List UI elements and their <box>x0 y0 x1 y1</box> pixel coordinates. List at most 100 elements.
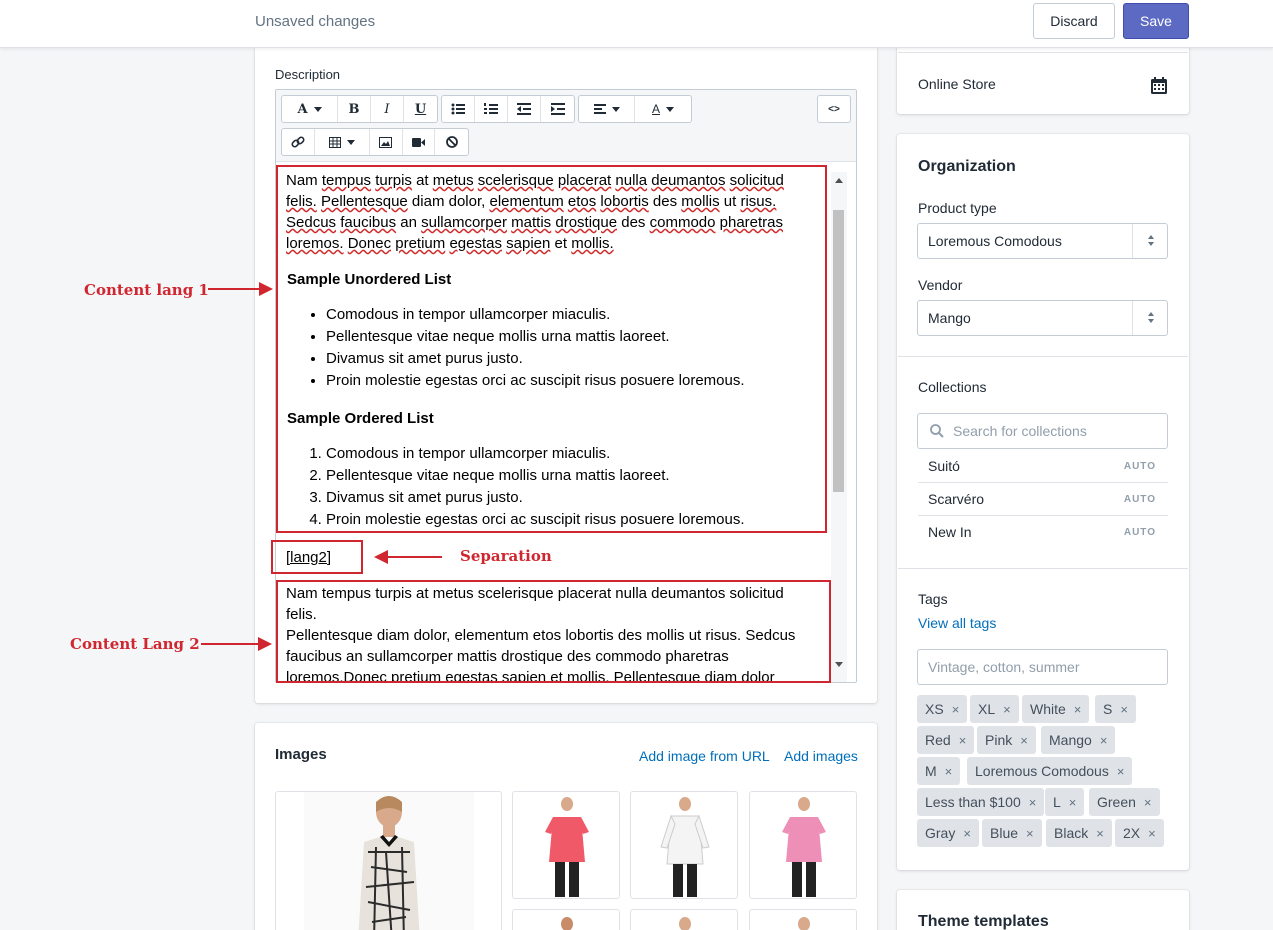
tag-chip: XL × <box>970 695 1019 723</box>
link-icon <box>291 136 305 148</box>
close-icon[interactable]: × <box>952 702 960 717</box>
close-icon[interactable]: × <box>1117 764 1125 779</box>
arrowhead-icon <box>259 282 273 296</box>
close-icon[interactable]: × <box>1020 733 1028 748</box>
discard-button[interactable]: Discard <box>1033 3 1115 39</box>
main-product-image[interactable] <box>275 791 502 930</box>
text-color-dropdown[interactable]: A <box>635 96 691 122</box>
tag-label: Mango <box>1049 732 1092 748</box>
product-photo-icon <box>798 917 810 930</box>
close-icon[interactable]: × <box>1144 795 1152 810</box>
scrollbar-thumb[interactable] <box>833 210 844 492</box>
close-icon[interactable]: × <box>1003 702 1011 717</box>
insert-video-button[interactable] <box>403 129 436 155</box>
close-icon[interactable]: × <box>1100 733 1108 748</box>
code-view-button[interactable]: <> <box>818 96 850 122</box>
vendor-select[interactable]: Mango <box>917 300 1168 336</box>
calendar-icon[interactable] <box>1151 77 1167 97</box>
insert-image-button[interactable] <box>370 129 403 155</box>
chevron-down-icon <box>346 139 355 145</box>
bold-button[interactable]: B <box>338 96 371 122</box>
arrowhead-icon <box>258 637 272 651</box>
image-icon <box>379 136 393 148</box>
product-thumbnail[interactable] <box>749 791 857 899</box>
arrow-right-icon <box>208 288 260 290</box>
top-bar: Unsaved changes Discard Save <box>0 0 1273 48</box>
product-photo-icon <box>660 797 710 897</box>
close-icon[interactable]: × <box>1096 826 1104 841</box>
font-style-dropdown[interactable]: A <box>282 96 338 122</box>
product-photo-icon <box>561 917 573 930</box>
editor-toolbar: A B I U A <> <box>276 90 856 162</box>
clear-formatting-button[interactable] <box>435 129 468 155</box>
chevron-down-icon <box>1148 242 1154 246</box>
content-lang2-annotation: Content Lang 2 <box>70 635 200 653</box>
product-thumbnail[interactable] <box>630 909 738 930</box>
tag-chip: Black × <box>1046 819 1112 847</box>
separation-annotation: Separation <box>460 547 552 565</box>
scroll-down-icon[interactable] <box>835 662 843 667</box>
lang1-highlight-box <box>276 165 827 533</box>
view-all-tags-link[interactable]: View all tags <box>918 615 996 631</box>
tag-label: Blue <box>990 825 1019 841</box>
tag-label: White <box>1030 701 1066 717</box>
tag-label: L <box>1053 794 1061 810</box>
tag-label: Gray <box>925 825 956 841</box>
outdent-button[interactable] <box>508 96 541 122</box>
collection-row[interactable]: Suitó AUTO <box>918 450 1168 483</box>
save-button[interactable]: Save <box>1123 3 1189 39</box>
chevron-up-icon <box>1148 235 1154 239</box>
product-thumbnail[interactable] <box>630 791 738 899</box>
product-type-value: Loremous Comodous <box>928 233 1062 249</box>
underline-button[interactable]: U <box>404 96 437 122</box>
product-type-select[interactable]: Loremous Comodous <box>917 223 1168 259</box>
tags-input[interactable]: Vintage, cotton, summer <box>917 649 1168 685</box>
close-icon[interactable]: × <box>1029 795 1037 810</box>
tags-label: Tags <box>918 591 948 607</box>
add-image-url-link[interactable]: Add image from URL <box>639 748 770 764</box>
bullet-list-icon <box>451 103 465 115</box>
add-images-link[interactable]: Add images <box>784 748 858 764</box>
collection-row[interactable]: Scarvéro AUTO <box>918 483 1168 516</box>
product-thumbnail[interactable] <box>512 791 620 899</box>
tag-chip: Mango × <box>1041 726 1116 754</box>
collection-name: Suitó <box>928 458 960 474</box>
close-icon[interactable]: × <box>1026 826 1034 841</box>
content-lang1-annotation: Content lang 1 <box>84 281 209 299</box>
table-dropdown[interactable] <box>315 129 371 155</box>
tag-chip: Gray × <box>917 819 979 847</box>
numbered-list-button[interactable] <box>475 96 508 122</box>
vendor-label: Vendor <box>918 277 963 293</box>
format-group: A B I U <box>281 95 438 123</box>
chevron-down-icon <box>313 106 322 112</box>
scroll-up-icon[interactable] <box>835 178 843 183</box>
divider <box>898 52 1188 53</box>
link-button[interactable] <box>282 129 315 155</box>
collection-name: Scarvéro <box>928 491 985 507</box>
collection-row[interactable]: New In AUTO <box>918 516 1168 549</box>
tag-chip: Less than $100 × <box>917 788 1045 816</box>
italic-button[interactable]: I <box>371 96 404 122</box>
close-icon[interactable]: × <box>945 764 953 779</box>
images-title: Images <box>275 746 327 763</box>
product-thumbnail[interactable] <box>749 909 857 930</box>
outdent-icon <box>517 103 531 115</box>
close-icon[interactable]: × <box>1148 826 1156 841</box>
list-group <box>441 95 575 123</box>
product-photo-icon <box>304 792 474 930</box>
collections-search-input[interactable]: Search for collections <box>917 413 1168 449</box>
close-icon[interactable]: × <box>959 733 967 748</box>
close-icon[interactable]: × <box>1074 702 1082 717</box>
align-dropdown[interactable] <box>579 96 636 122</box>
indent-button[interactable] <box>541 96 574 122</box>
bullet-list-button[interactable] <box>442 96 475 122</box>
editor-scrollbar[interactable] <box>831 172 847 682</box>
product-thumbnail[interactable] <box>512 909 620 930</box>
tag-label: Black <box>1054 825 1089 841</box>
collections-label: Collections <box>918 379 987 395</box>
close-icon[interactable]: × <box>963 826 971 841</box>
theme-templates-title: Theme templates <box>918 913 1049 930</box>
close-icon[interactable]: × <box>1069 795 1077 810</box>
close-icon[interactable]: × <box>1120 702 1128 717</box>
divider <box>898 568 1188 569</box>
